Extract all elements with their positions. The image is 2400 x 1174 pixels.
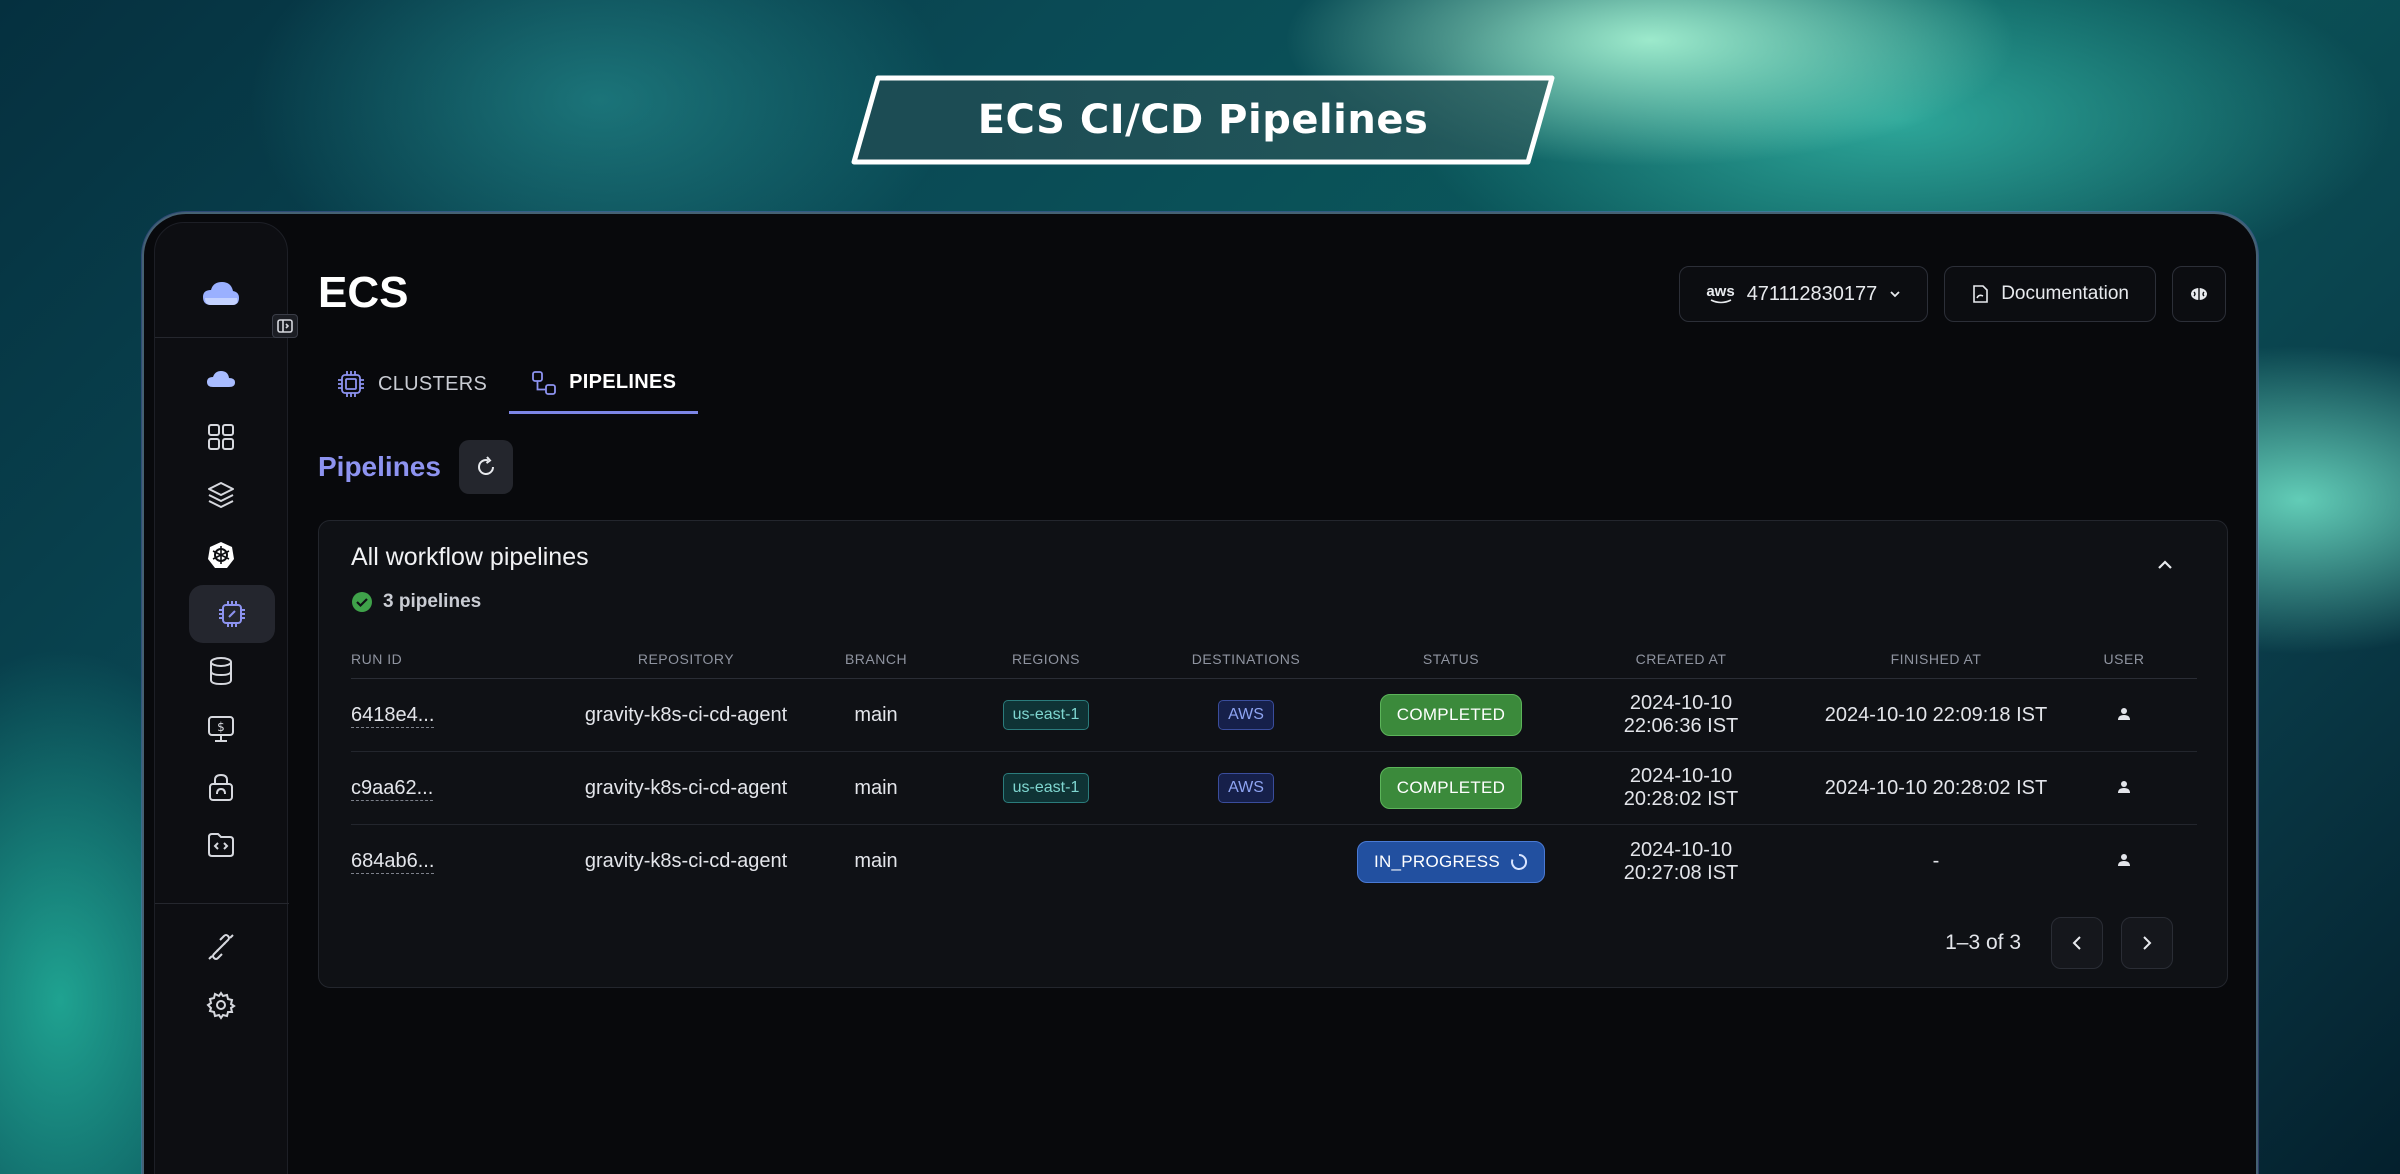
table-row[interactable]: 6418e4... gravity-k8s-ci-cd-agent main u…: [351, 679, 2197, 752]
branch-cell: main: [854, 776, 898, 799]
account-selector[interactable]: aws 471112830177: [1679, 266, 1929, 322]
document-icon: [1973, 285, 1989, 303]
chevron-up-icon[interactable]: [2157, 557, 2173, 575]
refresh-icon: [477, 456, 494, 475]
destination-chip: AWS: [1218, 700, 1274, 730]
user-icon[interactable]: [2101, 850, 2147, 873]
column-header[interactable]: FINISHED AT: [1771, 651, 2101, 667]
tab-clusters[interactable]: CLUSTERS: [314, 354, 509, 414]
assistant-button[interactable]: [2172, 266, 2226, 322]
kubernetes-icon[interactable]: [193, 527, 249, 583]
finished-at-cell: -: [1932, 850, 1940, 872]
page-title: ECS: [318, 268, 409, 317]
next-page-button[interactable]: [2121, 917, 2173, 969]
region-chip: us-east-1: [1002, 700, 1090, 730]
title-banner: ECS CI/CD Pipelines: [848, 74, 1558, 166]
run-id-link[interactable]: c9aa62...: [351, 776, 434, 801]
column-header[interactable]: CREATED AT: [1591, 651, 1771, 667]
sidebar-collapse-button[interactable]: [272, 314, 298, 338]
column-header[interactable]: DESTINATIONS: [1181, 651, 1311, 667]
pipelines-panel: All workflow pipelines 3 pipelines RUN I…: [318, 520, 2228, 988]
cloud-icon[interactable]: [193, 351, 249, 407]
page-range: 1–3 of 3: [1945, 931, 2021, 954]
background: ECS CI/CD Pipelines $ ECS aws 4711128301…: [0, 0, 2400, 1174]
repository-cell: gravity-k8s-ci-cd-agent: [584, 776, 788, 799]
user-icon[interactable]: [2101, 777, 2147, 800]
column-header[interactable]: STATUS: [1311, 651, 1591, 667]
chevron-down-icon: [1890, 291, 1900, 298]
logo-cloud-icon[interactable]: [193, 265, 249, 321]
grid-icon[interactable]: [193, 409, 249, 465]
column-header[interactable]: RUN ID: [351, 651, 531, 667]
chip-icon: [338, 371, 364, 397]
code-folder-icon[interactable]: [193, 817, 249, 873]
security-icon[interactable]: [193, 759, 249, 815]
ecs-chip-icon[interactable]: [189, 585, 275, 643]
user-icon[interactable]: [2101, 704, 2147, 727]
table-row[interactable]: c9aa62... gravity-k8s-ci-cd-agent main u…: [351, 752, 2197, 825]
svg-text:$: $: [217, 720, 225, 734]
main-content: ECS aws 471112830177 Documentation CLUST…: [314, 214, 2256, 1174]
layers-icon[interactable]: [193, 467, 249, 523]
branch-cell: main: [854, 850, 898, 872]
documentation-button[interactable]: Documentation: [1944, 266, 2156, 322]
repository-cell: gravity-k8s-ci-cd-agent: [584, 703, 788, 726]
run-id-link[interactable]: 6418e4...: [351, 703, 435, 728]
table-row[interactable]: 684ab6... gravity-k8s-ci-cd-agent main I…: [351, 825, 2197, 898]
check-circle-icon: [352, 592, 372, 612]
column-header[interactable]: REGIONS: [911, 651, 1181, 667]
database-icon[interactable]: [193, 643, 249, 699]
finished-at-cell: 2024-10-10 20:28:02 IST: [1824, 776, 2048, 799]
settings-icon[interactable]: [193, 977, 249, 1033]
panel-title: All workflow pipelines: [351, 543, 589, 571]
finished-at-cell: 2024-10-10 22:09:18 IST: [1824, 703, 2048, 726]
status-badge: COMPLETED: [1379, 767, 1523, 809]
banner-title: ECS CI/CD Pipelines: [977, 97, 1429, 143]
region-chip: us-east-1: [1002, 773, 1090, 803]
column-header[interactable]: REPOSITORY: [531, 651, 841, 667]
destination-chip: AWS: [1218, 773, 1274, 803]
pagination: 1–3 of 3: [1945, 917, 2173, 969]
column-header[interactable]: BRANCH: [841, 651, 911, 667]
pipeline-count: 3 pipelines: [351, 591, 481, 613]
brain-icon: [2191, 288, 2207, 300]
pipelines-table: RUN ID REPOSITORY BRANCH REGIONS DESTINA…: [351, 639, 2197, 898]
refresh-button[interactable]: [458, 440, 513, 494]
created-at-cell: 2024-10-10 22:06:36 IST: [1623, 692, 1739, 737]
repository-cell: gravity-k8s-ci-cd-agent: [584, 850, 788, 872]
created-at-cell: 2024-10-10 20:27:08 IST: [1623, 838, 1739, 884]
status-badge: IN_PROGRESS: [1356, 840, 1546, 883]
section-title: Pipelines: [318, 451, 441, 482]
billing-icon[interactable]: $: [193, 701, 249, 757]
status-badge: COMPLETED: [1379, 694, 1523, 736]
integrations-icon[interactable]: [193, 919, 249, 975]
sidebar: $: [154, 222, 289, 1174]
tab-bar: CLUSTERS PIPELINES: [314, 354, 699, 414]
section-header: Pipelines: [318, 440, 513, 494]
created-at-cell: 2024-10-10 20:28:02 IST: [1623, 765, 1739, 810]
prev-page-button[interactable]: [2051, 917, 2103, 969]
chevron-left-icon: [2072, 936, 2081, 950]
run-id-link[interactable]: 684ab6...: [351, 850, 435, 874]
column-header[interactable]: USER: [2101, 651, 2147, 667]
table-header: RUN ID REPOSITORY BRANCH REGIONS DESTINA…: [351, 639, 2197, 679]
top-actions: aws 471112830177 Documentation: [1679, 266, 2226, 322]
pipeline-icon: [532, 370, 556, 395]
tab-pipelines[interactable]: PIPELINES: [509, 354, 699, 414]
account-id: 471112830177: [1746, 282, 1878, 305]
branch-cell: main: [854, 703, 898, 726]
spinner-icon: [1511, 853, 1528, 870]
aws-icon: aws: [1706, 284, 1735, 305]
chevron-right-icon: [2143, 936, 2152, 950]
app-window: $ ECS aws 471112830177 Documentation CLU…: [142, 212, 2258, 1174]
